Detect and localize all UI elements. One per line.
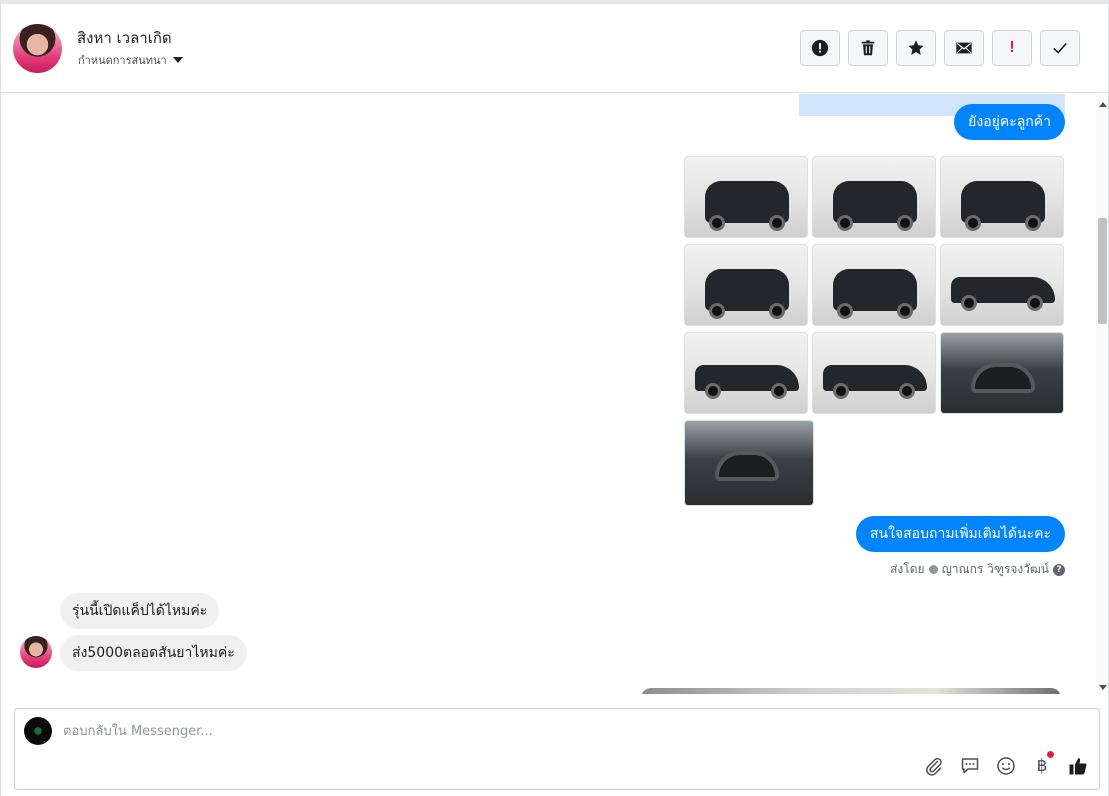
car-photo[interactable]: [812, 332, 936, 414]
sent-by-line: ส่งโดย ญาณกร วิฑูรจงวัฒน์ ?: [890, 560, 1065, 579]
saved-replies-button[interactable]: [959, 755, 981, 777]
smiley-icon: [997, 757, 1015, 775]
thumbs-up-icon: [1069, 758, 1087, 775]
assign-conversation-dropdown[interactable]: กำหนดการสนทนา: [78, 51, 183, 69]
scroll-thumb[interactable]: [1098, 218, 1107, 324]
customer-name[interactable]: สิงหา เวลาเกิด: [77, 26, 172, 50]
next-photo-preview: [641, 688, 1061, 694]
trash-icon: [861, 40, 875, 56]
sent-by-agent-name[interactable]: ญาณกร วิฑูรจงวัฒน์: [942, 560, 1049, 579]
car-photo[interactable]: [684, 420, 814, 506]
inbox-conversation-panel: สิงหา เวลาเกิด กำหนดการสนทนา ! ยังอยู่คะ…: [0, 0, 1109, 796]
envelope-icon: [956, 42, 972, 54]
baht-icon: ฿: [1036, 756, 1048, 776]
conversation-toolbar: !: [800, 30, 1080, 66]
outgoing-message[interactable]: ยังอยู่คะลูกค้า: [954, 104, 1065, 140]
car-photo[interactable]: [812, 156, 936, 238]
incoming-message[interactable]: ส่ง5000ตลอดสันยาไหมค่ะ: [60, 635, 247, 671]
car-photo[interactable]: [812, 244, 936, 326]
notification-dot: [1047, 751, 1054, 758]
message-thread[interactable]: ยังอยู่คะลูกค้า สนใจสอบถามเพิ่มเติมได้นะ…: [1, 94, 1096, 694]
mark-unread-button[interactable]: [944, 30, 984, 66]
follow-up-button[interactable]: !: [992, 30, 1032, 66]
incoming-message[interactable]: รุ่นนี้เปิดแค็ปได้ไหมค่ะ: [60, 593, 220, 629]
reply-composer: ฿: [14, 708, 1100, 790]
customer-avatar-small: [20, 636, 52, 668]
car-photo[interactable]: [940, 156, 1064, 238]
composer-actions: ฿: [923, 751, 1089, 777]
like-button[interactable]: [1067, 755, 1089, 777]
assign-conversation-label: กำหนดการสนทนา: [78, 54, 167, 67]
caret-down-icon: [172, 57, 183, 63]
thread-scrollbar[interactable]: [1096, 94, 1108, 694]
star-icon: [908, 40, 924, 55]
car-photo[interactable]: [684, 244, 808, 326]
conversation-header: สิงหา เวลาเกิด กำหนดการสนทนา !: [1, 4, 1108, 93]
exclamation-icon: !: [1009, 39, 1015, 56]
outgoing-message[interactable]: สนใจสอบถามเพิ่มเติมได้นะคะ: [855, 516, 1065, 552]
attach-button[interactable]: [923, 755, 945, 777]
help-icon[interactable]: ?: [1053, 563, 1065, 576]
chat-bubbles-icon: [961, 758, 979, 774]
verified-icon: [928, 565, 938, 574]
scroll-up-icon[interactable]: [1099, 102, 1107, 107]
star-button[interactable]: [896, 30, 936, 66]
check-icon: [1053, 42, 1067, 54]
scroll-down-icon[interactable]: [1099, 685, 1107, 690]
car-photo[interactable]: [940, 244, 1064, 326]
alert-icon: [811, 39, 829, 57]
delete-button[interactable]: [848, 30, 888, 66]
sent-by-prefix: ส่งโดย: [890, 562, 925, 576]
car-photo[interactable]: [940, 332, 1064, 414]
paperclip-icon: [926, 757, 942, 776]
car-photo[interactable]: [684, 332, 808, 414]
emoji-button[interactable]: [995, 755, 1017, 777]
car-photo[interactable]: [684, 156, 808, 238]
spam-button[interactable]: [800, 30, 840, 66]
payment-button[interactable]: ฿: [1031, 751, 1054, 777]
customer-avatar[interactable]: [13, 24, 62, 73]
reply-input[interactable]: [63, 721, 963, 741]
mark-done-button[interactable]: [1040, 30, 1080, 66]
page-avatar: [24, 717, 52, 745]
